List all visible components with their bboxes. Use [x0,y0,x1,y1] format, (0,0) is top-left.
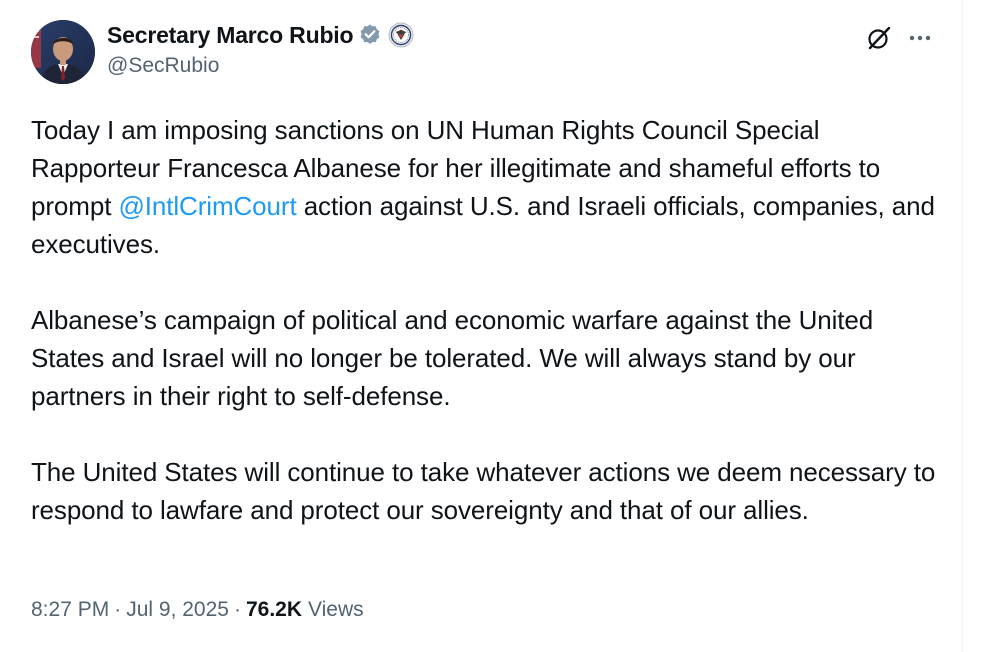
author-handle[interactable]: @SecRubio [107,54,219,78]
grok-icon[interactable] [866,25,892,51]
author-name-row: Secretary Marco Rubio [107,21,414,49]
tweet-card: Secretary Marco Rubio @SecRubio Today I … [0,0,962,652]
author-display-name[interactable]: Secretary Marco Rubio [107,22,354,49]
tweet-date[interactable]: Jul 9, 2025 [126,598,229,622]
separator-dot: · [233,598,241,621]
tweet-time[interactable]: 8:27 PM [31,598,109,622]
right-divider [962,0,963,652]
separator-dot: · [114,598,122,621]
tweet-paragraph-2: Albanese’s campaign of political and eco… [31,305,874,411]
tweet-paragraph-1: Today I am imposing sanctions on UN Huma… [31,111,946,263]
avatar[interactable] [31,20,95,84]
tweet-paragraph-3: The United States will continue to take … [31,457,936,525]
avatar-image [31,20,95,84]
tweet-text: Today I am imposing sanctions on UN Huma… [31,111,946,529]
verified-badge-icon[interactable] [358,23,382,47]
mention-link-intlcrimcourt[interactable]: @IntlCrimCourt [118,191,296,221]
views-label: Views [308,598,364,621]
tweet-metadata: 8:27 PM · Jul 9, 2025 · 76.2K Views [31,598,364,622]
more-options-icon[interactable] [906,26,934,50]
state-department-seal-icon[interactable] [388,22,414,48]
views-count[interactable]: 76.2K [246,598,302,622]
